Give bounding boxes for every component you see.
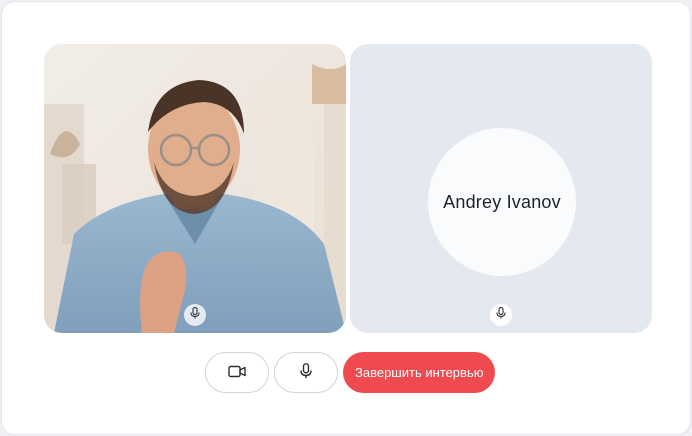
microphone-icon xyxy=(190,306,200,324)
video-camera-icon xyxy=(228,365,246,381)
microphone-icon xyxy=(496,306,506,324)
remote-mic-indicator xyxy=(490,304,512,326)
participant-name: Andrey Ivanov xyxy=(443,191,561,212)
self-mic-indicator xyxy=(184,304,206,326)
camera-toggle-button[interactable] xyxy=(205,352,269,393)
microphone-icon xyxy=(300,363,312,382)
remote-participant-tile: Andrey Ivanov xyxy=(350,44,652,333)
participant-video xyxy=(44,44,346,333)
mic-toggle-button[interactable] xyxy=(274,352,338,393)
self-video-tile xyxy=(44,44,346,333)
avatar: Andrey Ivanov xyxy=(428,128,576,276)
video-call-card: Andrey Ivanov Завершить интервью xyxy=(1,1,691,435)
end-interview-button[interactable]: Завершить интервью xyxy=(343,352,496,393)
call-controls: Завершить интервью xyxy=(205,352,496,393)
